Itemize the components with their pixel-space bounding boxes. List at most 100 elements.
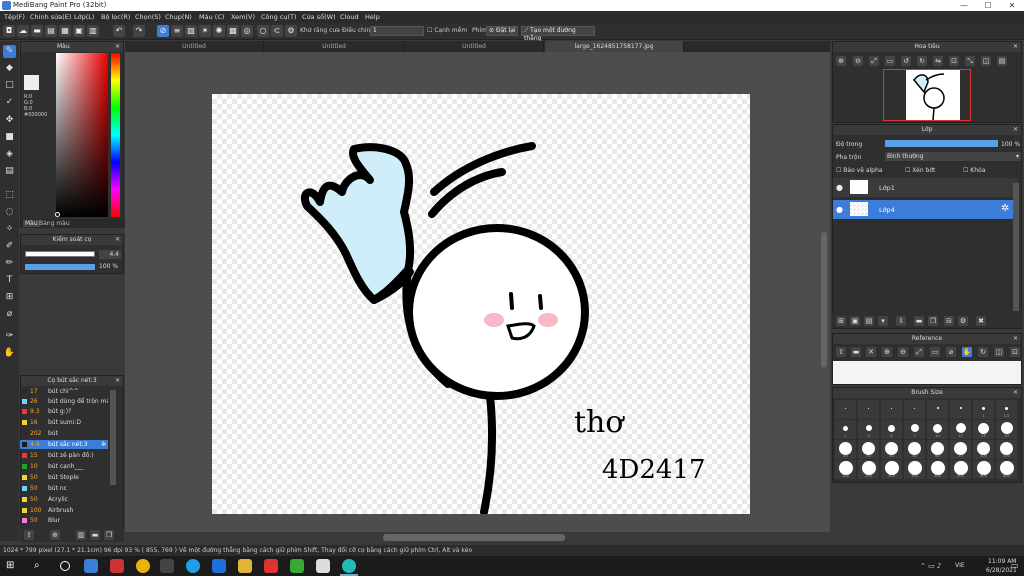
gear-icon[interactable]: ✲ <box>101 440 106 449</box>
menu-filter[interactable]: Bộ lọc(R) <box>101 13 130 21</box>
brush-list-scrollbar[interactable] <box>110 390 116 485</box>
brush-item[interactable]: 100 Airbrush <box>20 506 108 515</box>
brush-size-cell[interactable]: . <box>835 400 856 419</box>
bucket-tool-icon[interactable]: ◈ <box>3 148 16 161</box>
new-8bit-layer-icon[interactable]: ▤ <box>864 316 874 326</box>
tab-untitled-2[interactable]: Untitled <box>265 41 404 52</box>
new-layer-icon[interactable]: ⊞ <box>836 316 846 326</box>
folder-icon[interactable] <box>238 559 252 573</box>
brush-item[interactable]: 50 Blur <box>20 516 108 525</box>
search-icon[interactable]: ⌕ <box>34 560 40 571</box>
brush-size-cell[interactable]: 400 <box>927 460 948 479</box>
fill-rect-tool-icon[interactable]: ■ <box>3 131 16 144</box>
magic-wand-tool-icon[interactable]: ✧ <box>3 223 16 236</box>
brush-size-cell[interactable]: 800 <box>996 460 1017 479</box>
brush-size-cell[interactable]: 150 <box>996 440 1017 459</box>
menu-select[interactable]: Chọn(S) <box>135 13 161 21</box>
menu-file[interactable]: Tệp(F) <box>4 13 25 21</box>
gradient-tool-icon[interactable]: ▤ <box>3 165 16 178</box>
protect-alpha-checkbox[interactable]: ☐ Bảo vệ alpha <box>836 167 882 174</box>
menu-help[interactable]: Help <box>365 13 380 21</box>
layer-row-lop1[interactable]: ● Lớp1 <box>833 178 1018 197</box>
reference-rotate-icon[interactable]: ↻ <box>978 347 988 357</box>
layer-settings-icon[interactable]: ⚙ <box>958 316 968 326</box>
layer-folder-icon[interactable]: ▬ <box>914 316 924 326</box>
transparent-swatch[interactable] <box>24 75 39 90</box>
brush-settings-icon[interactable]: ▥ <box>76 530 86 540</box>
close-button[interactable]: ✕ <box>1000 0 1024 11</box>
brush-folder-icon[interactable]: ▬ <box>90 530 100 540</box>
flip-horizontal-icon[interactable]: ◫ <box>981 56 991 66</box>
brush-size-cell[interactable]: 60 <box>927 440 948 459</box>
redo-icon[interactable]: ↷ <box>133 25 145 37</box>
reference-zoom-in-icon[interactable]: ⊕ <box>882 347 892 357</box>
new-halftone-layer-icon[interactable]: ▣ <box>850 316 860 326</box>
undo-icon[interactable]: ↶ <box>113 25 125 37</box>
brush-item[interactable]: 50 Acrylic <box>20 495 108 504</box>
brush-item[interactable]: 50 bút Stople <box>20 473 108 482</box>
menu-window[interactable]: Cửa sổ(W) <box>302 13 336 21</box>
snap-parallel-icon[interactable]: ≡ <box>171 25 183 37</box>
brush-size-cell[interactable]: . <box>950 400 971 419</box>
brush-item-selected[interactable]: 4.4 bút sắc nét:3 ✲ <box>20 440 108 449</box>
brush-size-cell[interactable]: 200 <box>835 460 856 479</box>
export-icon[interactable]: ▥ <box>87 25 99 37</box>
brush-size-cell[interactable]: 50 <box>904 440 925 459</box>
photos-icon[interactable] <box>316 559 330 573</box>
layer-add-menu-icon[interactable]: ▾ <box>878 316 888 326</box>
pen-tool-icon[interactable]: ✑ <box>3 330 16 343</box>
brush-size-cell[interactable]: 12 <box>950 420 971 439</box>
panel-close-icon[interactable]: ✕ <box>1013 334 1018 344</box>
brush-size-cell[interactable]: 7 <box>904 420 925 439</box>
eyedropper-tool-icon[interactable]: ⌀ <box>3 308 16 321</box>
canvas-vertical-scrollbar[interactable] <box>821 232 827 367</box>
panel-close-icon[interactable]: ✕ <box>1013 42 1018 52</box>
reference-view[interactable] <box>833 361 1021 384</box>
panel-close-icon[interactable]: ✕ <box>115 42 120 52</box>
brush-item[interactable]: 9.3 bút g:)? <box>20 407 108 416</box>
brush-size-cell[interactable]: 30 <box>858 440 879 459</box>
notification-icon[interactable]: ▭ <box>1011 561 1019 570</box>
tab-palette[interactable]: Bảng màu <box>39 220 70 227</box>
brush-item[interactable]: 202 bút <box>20 429 108 438</box>
canvas-horizontal-scrollbar[interactable] <box>383 534 565 541</box>
anti-alias-label[interactable]: Khử răng cưa <box>300 27 340 34</box>
brush-size-cell[interactable]: 1 <box>973 400 994 419</box>
check-tool-icon[interactable]: ✓ <box>3 96 16 109</box>
drawing-canvas[interactable]: thơ 4D2417 <box>212 94 750 516</box>
language-indicator[interactable]: VIE <box>955 562 965 569</box>
open-icon[interactable]: ▤ <box>45 25 57 37</box>
panel-close-icon[interactable]: ✕ <box>1013 125 1018 135</box>
brush-size-cell[interactable]: 100 <box>973 440 994 459</box>
grid-icon[interactable]: ▦ <box>59 25 71 37</box>
snap-ellipse-icon[interactable]: ○ <box>257 25 269 37</box>
brush-size-cell[interactable]: 350 <box>904 460 925 479</box>
saturation-value-picker[interactable] <box>56 53 108 217</box>
cloud-icon[interactable]: ☁ <box>17 25 29 37</box>
tab-untitled-1[interactable]: Untitled <box>125 41 264 52</box>
rotate-right-icon[interactable]: ↻ <box>917 56 927 66</box>
layer-merge-icon[interactable]: ⊟ <box>944 316 954 326</box>
menu-layer[interactable]: Lớp(L) <box>74 13 94 21</box>
navigator-viewport[interactable] <box>883 69 971 121</box>
snap-off-icon[interactable]: ⊘ <box>157 25 169 37</box>
brush-size-cell[interactable]: 2 <box>835 420 856 439</box>
text-tool-icon[interactable]: T <box>3 274 16 287</box>
reference-lock-icon[interactable]: ⊡ <box>1010 347 1020 357</box>
move-tool-icon[interactable]: ✥ <box>3 114 16 127</box>
brush-size-value[interactable]: 4.4 <box>99 250 121 259</box>
brush-size-cell[interactable]: 25 <box>835 440 856 459</box>
select-tool-icon[interactable]: ⬚ <box>3 189 16 202</box>
app-icon-8[interactable] <box>290 559 304 573</box>
app-icon-2[interactable] <box>110 559 124 573</box>
brush-size-cell[interactable]: . <box>904 400 925 419</box>
windows-start-icon[interactable]: ⊞ <box>6 560 14 571</box>
snap-circle-icon[interactable]: ◎ <box>241 25 253 37</box>
medibang-taskbar-icon[interactable] <box>342 559 356 573</box>
zoom-fit-icon[interactable]: ⤡ <box>965 56 975 66</box>
brush-item[interactable]: 10 bút cạnh___ <box>20 462 108 471</box>
actual-size-icon[interactable]: ▭ <box>885 56 895 66</box>
reference-close-icon[interactable]: ✕ <box>866 347 876 357</box>
opacity-slider[interactable] <box>25 264 95 270</box>
brush-size-cell[interactable]: 20 <box>996 420 1017 439</box>
